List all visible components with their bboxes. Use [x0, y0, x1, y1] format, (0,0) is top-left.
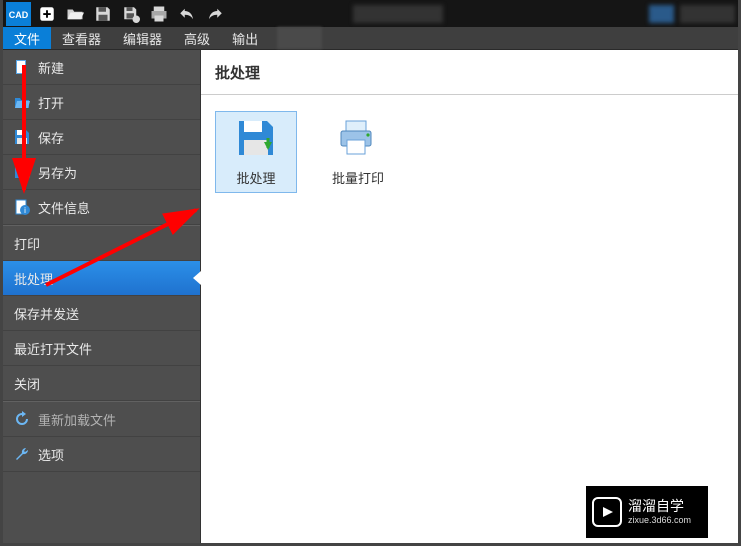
- sidebar-item-label: 打开: [38, 93, 64, 112]
- sidebar-item-label: 批处理: [14, 269, 53, 288]
- sidebar-item-label: 文件信息: [38, 198, 90, 217]
- sidebar-item-label: 打印: [14, 234, 40, 253]
- tab-output[interactable]: 输出: [221, 27, 269, 49]
- batch-options: 批处理 批量打印: [201, 95, 738, 209]
- save-icon[interactable]: [91, 2, 115, 26]
- batch-save-icon: [236, 118, 276, 158]
- sidebar-item-print[interactable]: 打印: [3, 226, 200, 261]
- file-sidebar: 新建 打开 保存 另存为 i: [3, 50, 201, 543]
- file-info-icon: i: [14, 199, 30, 215]
- sidebar-item-label: 重新加载文件: [38, 410, 116, 429]
- sidebar-item-batch[interactable]: 批处理: [3, 261, 200, 296]
- reload-icon: [14, 411, 30, 427]
- sidebar-item-label: 新建: [38, 58, 64, 77]
- sidebar-item-save-send[interactable]: 保存并发送: [3, 296, 200, 331]
- watermark: 溜溜自学 zixue.3d66.com: [586, 486, 708, 538]
- sidebar-item-close[interactable]: 关闭: [3, 366, 200, 401]
- menu-bar: 文件 查看器 编辑器 高级 输出: [3, 27, 738, 50]
- sidebar-item-label: 关闭: [14, 374, 40, 393]
- tab-file[interactable]: 文件: [3, 27, 51, 49]
- sidebar-item-label: 另存为: [38, 163, 77, 182]
- app-logo: CAD: [6, 2, 31, 26]
- watermark-line2: zixue.3d66.com: [628, 515, 691, 527]
- sidebar-item-recent[interactable]: 最近打开文件: [3, 331, 200, 366]
- folder-open-icon[interactable]: [63, 2, 87, 26]
- sidebar-item-options[interactable]: 选项: [3, 437, 200, 472]
- save-as-icon[interactable]: [119, 2, 143, 26]
- watermark-line1: 溜溜自学: [628, 497, 691, 515]
- new-icon[interactable]: [35, 2, 59, 26]
- batch-print-icon: [338, 118, 378, 158]
- file-icon: [14, 59, 30, 75]
- option-batch-print[interactable]: 批量打印: [317, 111, 399, 193]
- wrench-icon: [14, 446, 30, 462]
- tab-editor[interactable]: 编辑器: [112, 27, 173, 49]
- folder-open-icon: [14, 94, 30, 110]
- sidebar-item-open[interactable]: 打开: [3, 85, 200, 120]
- print-icon[interactable]: [147, 2, 171, 26]
- sidebar-item-new[interactable]: 新建: [3, 50, 200, 85]
- option-label: 批量打印: [332, 168, 384, 187]
- sidebar-item-save[interactable]: 保存: [3, 120, 200, 155]
- sidebar-item-fileinfo[interactable]: i 文件信息: [3, 190, 200, 225]
- option-batch[interactable]: 批处理: [215, 111, 297, 193]
- save-as-icon: [14, 164, 30, 180]
- redo-icon[interactable]: [203, 2, 227, 26]
- save-icon: [14, 129, 30, 145]
- undo-icon[interactable]: [175, 2, 199, 26]
- sidebar-item-save-as[interactable]: 另存为: [3, 155, 200, 190]
- tab-blur: [277, 27, 322, 49]
- sidebar-item-label: 选项: [38, 445, 64, 464]
- sidebar-item-label: 保存: [38, 128, 64, 147]
- sidebar-item-reload[interactable]: 重新加载文件: [3, 402, 200, 437]
- option-label: 批处理: [236, 168, 275, 187]
- main-panel: 批处理 批处理 批量打印: [201, 50, 738, 543]
- sidebar-item-label: 保存并发送: [14, 304, 79, 323]
- tab-advanced[interactable]: 高级: [173, 27, 221, 49]
- play-icon: [592, 497, 622, 527]
- tab-viewer[interactable]: 查看器: [51, 27, 112, 49]
- top-toolbar: CAD: [3, 0, 738, 27]
- svg-text:i: i: [24, 206, 26, 215]
- sidebar-item-label: 最近打开文件: [14, 339, 92, 358]
- title-blur-area: [233, 2, 735, 26]
- panel-title: 批处理: [201, 50, 738, 95]
